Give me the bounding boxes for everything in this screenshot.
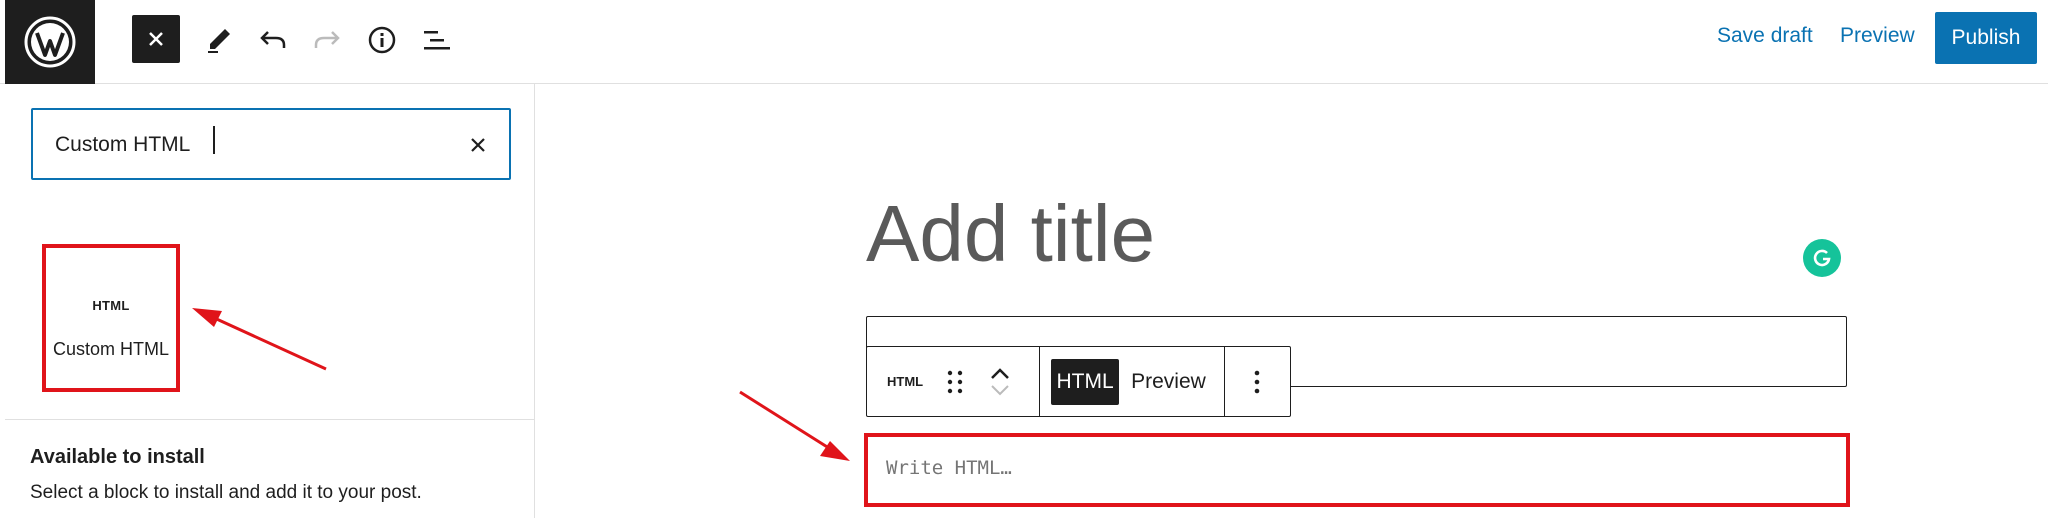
block-search xyxy=(31,108,511,180)
close-icon xyxy=(471,138,485,152)
more-vertical-icon xyxy=(1255,370,1260,393)
preview-button[interactable]: Preview xyxy=(1840,24,1915,48)
block-toolbar: HTML HTML Preview xyxy=(866,346,1291,417)
redo-button[interactable] xyxy=(303,16,351,64)
chevron-up-icon[interactable] xyxy=(988,364,1012,382)
html-preview-tabs: HTML Preview xyxy=(1040,347,1225,416)
available-to-install-description: Select a block to install and add it to … xyxy=(30,482,422,503)
undo-icon xyxy=(260,31,286,48)
grammarly-icon[interactable] xyxy=(1803,239,1841,277)
move-buttons xyxy=(983,364,1017,400)
tab-html[interactable]: HTML xyxy=(1051,358,1120,405)
save-draft-button[interactable]: Save draft xyxy=(1717,24,1813,48)
close-icon xyxy=(149,32,163,46)
html-block-icon[interactable]: HTML xyxy=(887,374,923,389)
available-to-install-heading: Available to install xyxy=(30,446,205,468)
text-caret xyxy=(213,126,215,154)
publish-button[interactable]: Publish xyxy=(1935,12,2037,64)
details-button[interactable] xyxy=(358,16,406,64)
tools-button[interactable] xyxy=(195,16,243,64)
post-title-input[interactable]: Add title xyxy=(866,188,1155,280)
html-code-input[interactable] xyxy=(886,457,1786,487)
pencil-icon xyxy=(208,29,230,53)
block-search-input[interactable] xyxy=(55,128,415,162)
editor-header: Save draft Preview Publish xyxy=(0,0,2048,84)
list-view-button[interactable] xyxy=(413,16,461,64)
html-block-icon: HTML xyxy=(92,298,130,313)
tab-preview[interactable]: Preview xyxy=(1131,370,1206,394)
chevron-down-icon[interactable] xyxy=(988,382,1012,400)
drag-handle-icon[interactable] xyxy=(943,367,967,397)
html-block-editor xyxy=(864,433,1850,507)
annotation-arrow-2 xyxy=(739,390,850,461)
close-inserter-button[interactable] xyxy=(132,15,180,63)
info-icon xyxy=(368,26,396,54)
list-view-icon xyxy=(424,31,450,50)
block-item-label: Custom HTML xyxy=(52,339,169,359)
divider xyxy=(5,419,535,420)
custom-html-block-item[interactable]: HTML Custom HTML xyxy=(42,244,180,392)
block-switcher-group: HTML xyxy=(867,347,1041,416)
redo-icon xyxy=(314,31,340,48)
wordpress-logo-icon[interactable] xyxy=(5,0,95,84)
more-options-button[interactable] xyxy=(1225,347,1290,416)
undo-button[interactable] xyxy=(249,16,297,64)
block-inserter-panel: HTML Custom HTML Available to install Se… xyxy=(5,84,535,518)
clear-search-button[interactable] xyxy=(463,130,493,160)
